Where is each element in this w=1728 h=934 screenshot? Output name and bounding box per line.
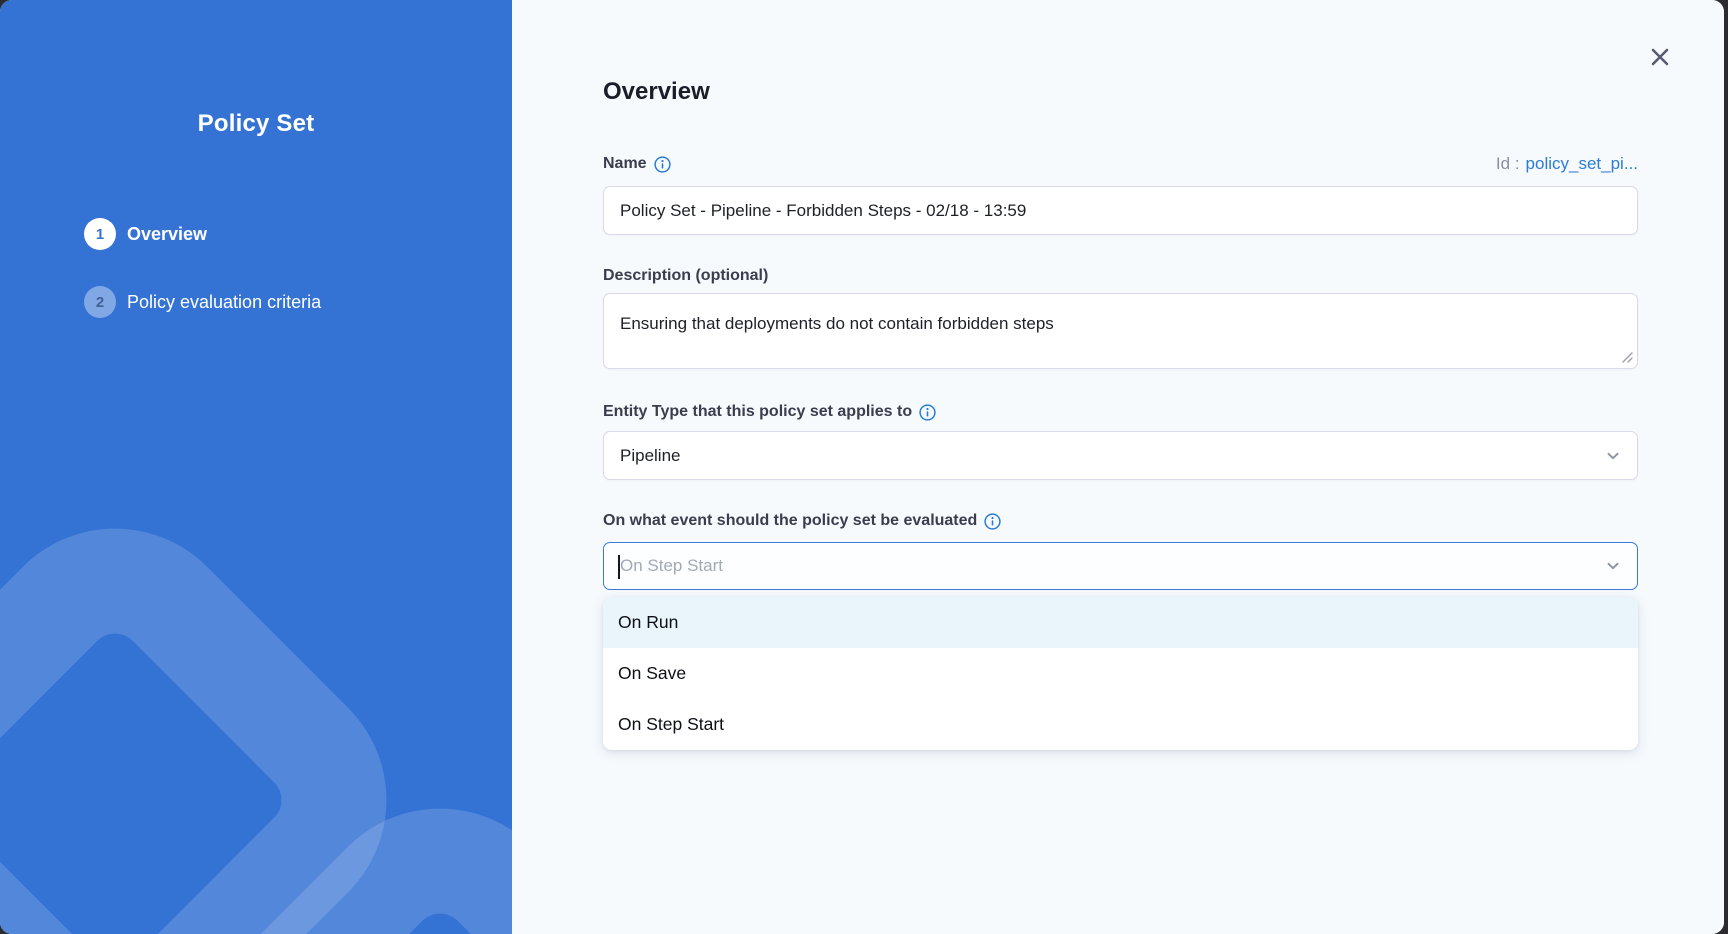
description-textarea[interactable]: Ensuring that deployments do not contain…	[603, 293, 1638, 369]
event-input[interactable]	[604, 556, 1637, 576]
page-title: Overview	[603, 76, 1638, 108]
entity-type-label: Entity Type that this policy set applies…	[603, 401, 912, 423]
step-label: Overview	[127, 224, 207, 245]
event-label-row: On what event should the policy set be e…	[603, 510, 1638, 532]
info-icon[interactable]	[919, 404, 936, 421]
chevron-down-icon	[1605, 558, 1621, 574]
info-icon[interactable]	[654, 156, 671, 173]
entity-type-select[interactable]: Pipeline	[603, 431, 1638, 480]
name-label-row: Name Id : policy_set_pi...	[603, 153, 1638, 175]
close-icon	[1650, 47, 1670, 67]
option-on-step-start[interactable]: On Step Start	[603, 699, 1638, 750]
event-combobox	[603, 542, 1638, 590]
text-caret	[618, 555, 620, 579]
event-options-menu: On Run On Save On Step Start	[603, 597, 1638, 750]
policy-set-id: Id : policy_set_pi...	[1496, 154, 1638, 174]
wizard-sidebar: Policy Set 1 Overview 2 Policy evaluatio…	[0, 0, 512, 934]
policy-set-modal-screen: Policy Set 1 Overview 2 Policy evaluatio…	[0, 0, 1728, 934]
step-label: Policy evaluation criteria	[127, 292, 321, 313]
overview-form: Overview Name Id : policy_set_pi...	[603, 0, 1638, 750]
info-icon[interactable]	[984, 513, 1001, 530]
step-number-badge: 2	[84, 286, 116, 318]
chevron-down-icon	[1605, 448, 1621, 464]
entity-type-label-row: Entity Type that this policy set applies…	[603, 401, 1638, 423]
name-input[interactable]	[603, 186, 1638, 235]
description-field: Ensuring that deployments do not contain…	[603, 293, 1638, 369]
policy-set-id-link[interactable]: policy_set_pi...	[1526, 154, 1638, 174]
option-on-run[interactable]: On Run	[603, 597, 1638, 648]
wizard-title: Policy Set	[0, 110, 512, 138]
name-label: Name	[603, 153, 647, 175]
overview-panel: Overview Name Id : policy_set_pi...	[512, 0, 1724, 934]
option-on-save[interactable]: On Save	[603, 648, 1638, 699]
id-prefix: Id :	[1496, 154, 1520, 174]
event-label: On what event should the policy set be e…	[603, 510, 977, 532]
description-label: Description (optional)	[603, 265, 1638, 287]
sidebar-step-overview[interactable]: 1 Overview	[84, 218, 321, 250]
policy-set-wizard-modal: Policy Set 1 Overview 2 Policy evaluatio…	[0, 0, 1724, 934]
entity-type-selected-value: Pipeline	[620, 446, 681, 466]
sidebar-step-policy-evaluation-criteria[interactable]: 2 Policy evaluation criteria	[84, 286, 321, 318]
close-button[interactable]	[1646, 43, 1674, 71]
wizard-steps: 1 Overview 2 Policy evaluation criteria	[84, 218, 321, 354]
resize-handle-icon[interactable]	[1621, 351, 1633, 363]
step-number-badge: 1	[84, 218, 116, 250]
